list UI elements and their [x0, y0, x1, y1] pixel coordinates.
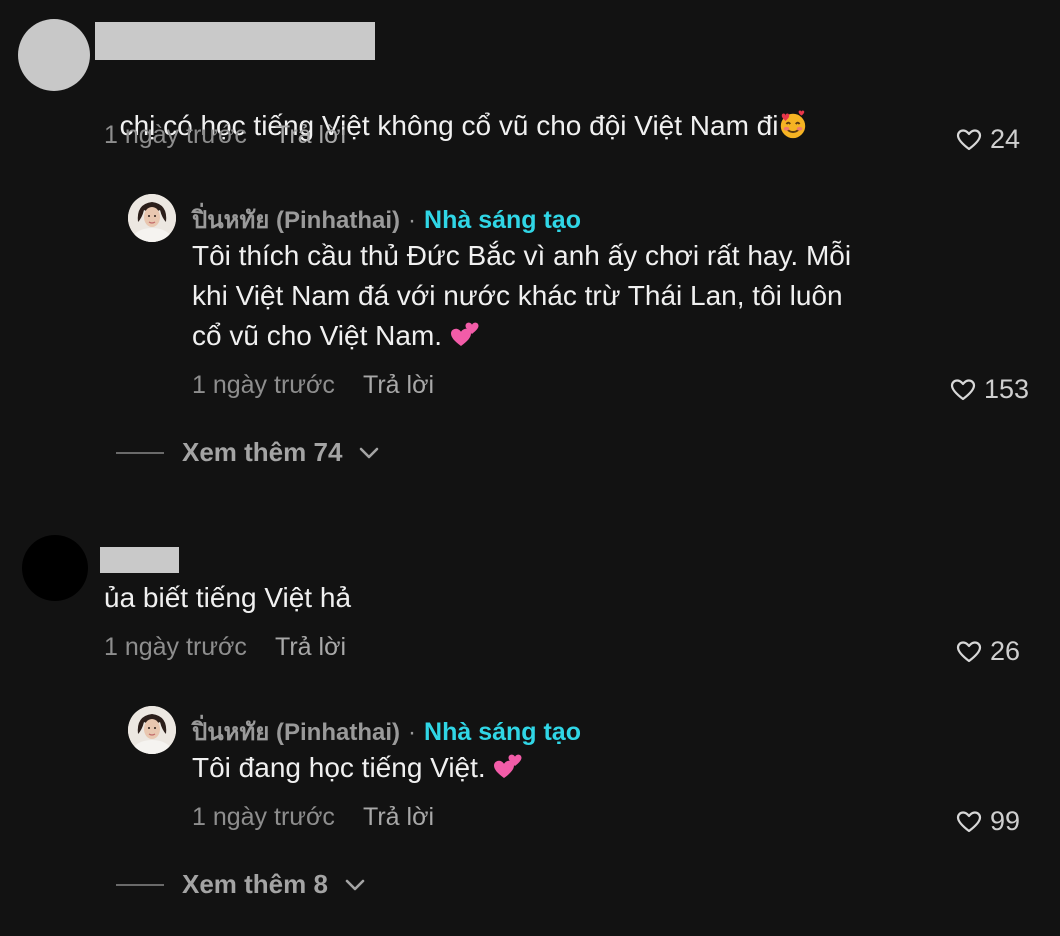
smiling-face-with-hearts-icon [781, 110, 806, 138]
reply-button[interactable]: Trả lời [363, 371, 434, 400]
commenter-avatar[interactable] [22, 535, 88, 601]
like-count: 99 [990, 806, 1021, 836]
like-count: 153 [984, 374, 1030, 404]
view-more-label: Xem thêm 8 [182, 869, 328, 899]
separator-dot: · [408, 207, 417, 234]
view-more-replies-button[interactable]: Xem thêm 74 [116, 437, 380, 468]
heart-icon [956, 640, 982, 662]
reply-button[interactable]: Trả lời [275, 121, 346, 150]
two-hearts-icon [494, 754, 522, 778]
reply-button[interactable]: Trả lời [363, 803, 434, 832]
redacted-username [100, 547, 179, 573]
heart-icon [956, 128, 982, 150]
redacted-username [95, 22, 375, 60]
reply-header: ปิ่นหทัย (Pinhathai) · Nhà sáng tạo [192, 712, 581, 751]
divider-line [116, 883, 164, 886]
creator-name[interactable]: ปิ่นหทัย (Pinhathai) [192, 712, 400, 751]
reply-time: 1 ngày trước [192, 371, 335, 399]
reply-button[interactable]: Trả lời [275, 633, 346, 662]
like-button[interactable]: 153 [950, 374, 1029, 405]
reply-header: ปิ่นหทัย (Pinhathai) · Nhà sáng tạo [192, 200, 581, 239]
two-hearts-icon [450, 322, 479, 346]
view-more-label: Xem thêm 74 [182, 437, 343, 467]
like-button[interactable]: 99 [956, 806, 1020, 837]
commenter-avatar[interactable] [18, 19, 90, 91]
like-count: 24 [990, 124, 1021, 154]
view-more-replies-button[interactable]: Xem thêm 8 [116, 869, 366, 900]
heart-icon [956, 810, 982, 832]
comment-text: ủa biết tiếng Việt hả [104, 582, 352, 613]
creator-badge: Nhà sáng tạo [424, 718, 581, 746]
divider-line [116, 451, 164, 454]
reply-text: Tôi đang học tiếng Việt. [192, 748, 523, 788]
like-button[interactable]: 26 [956, 636, 1020, 667]
like-count: 26 [990, 636, 1021, 666]
creator-name[interactable]: ปิ่นหทัย (Pinhathai) [192, 200, 400, 239]
creator-avatar[interactable] [128, 706, 176, 754]
reply-text-content: Tôi đang học tiếng Việt. [192, 752, 494, 783]
creator-avatar[interactable] [128, 194, 176, 242]
like-button[interactable]: 24 [956, 124, 1020, 155]
heart-icon [950, 378, 976, 400]
separator-dot: · [408, 719, 417, 746]
reply-text: Tôi thích cầu thủ Đức Bắc vì anh ấy chơi… [192, 236, 851, 356]
chevron-down-icon [345, 879, 365, 890]
reply-time: 1 ngày trước [192, 803, 335, 831]
reply-text-content: Tôi thích cầu thủ Đức Bắc vì anh ấy chơi… [192, 240, 852, 351]
comment-time: 1 ngày trước [104, 633, 247, 661]
chevron-down-icon [360, 447, 379, 458]
creator-badge: Nhà sáng tạo [424, 206, 581, 234]
comment-time: 1 ngày trước [104, 121, 247, 149]
